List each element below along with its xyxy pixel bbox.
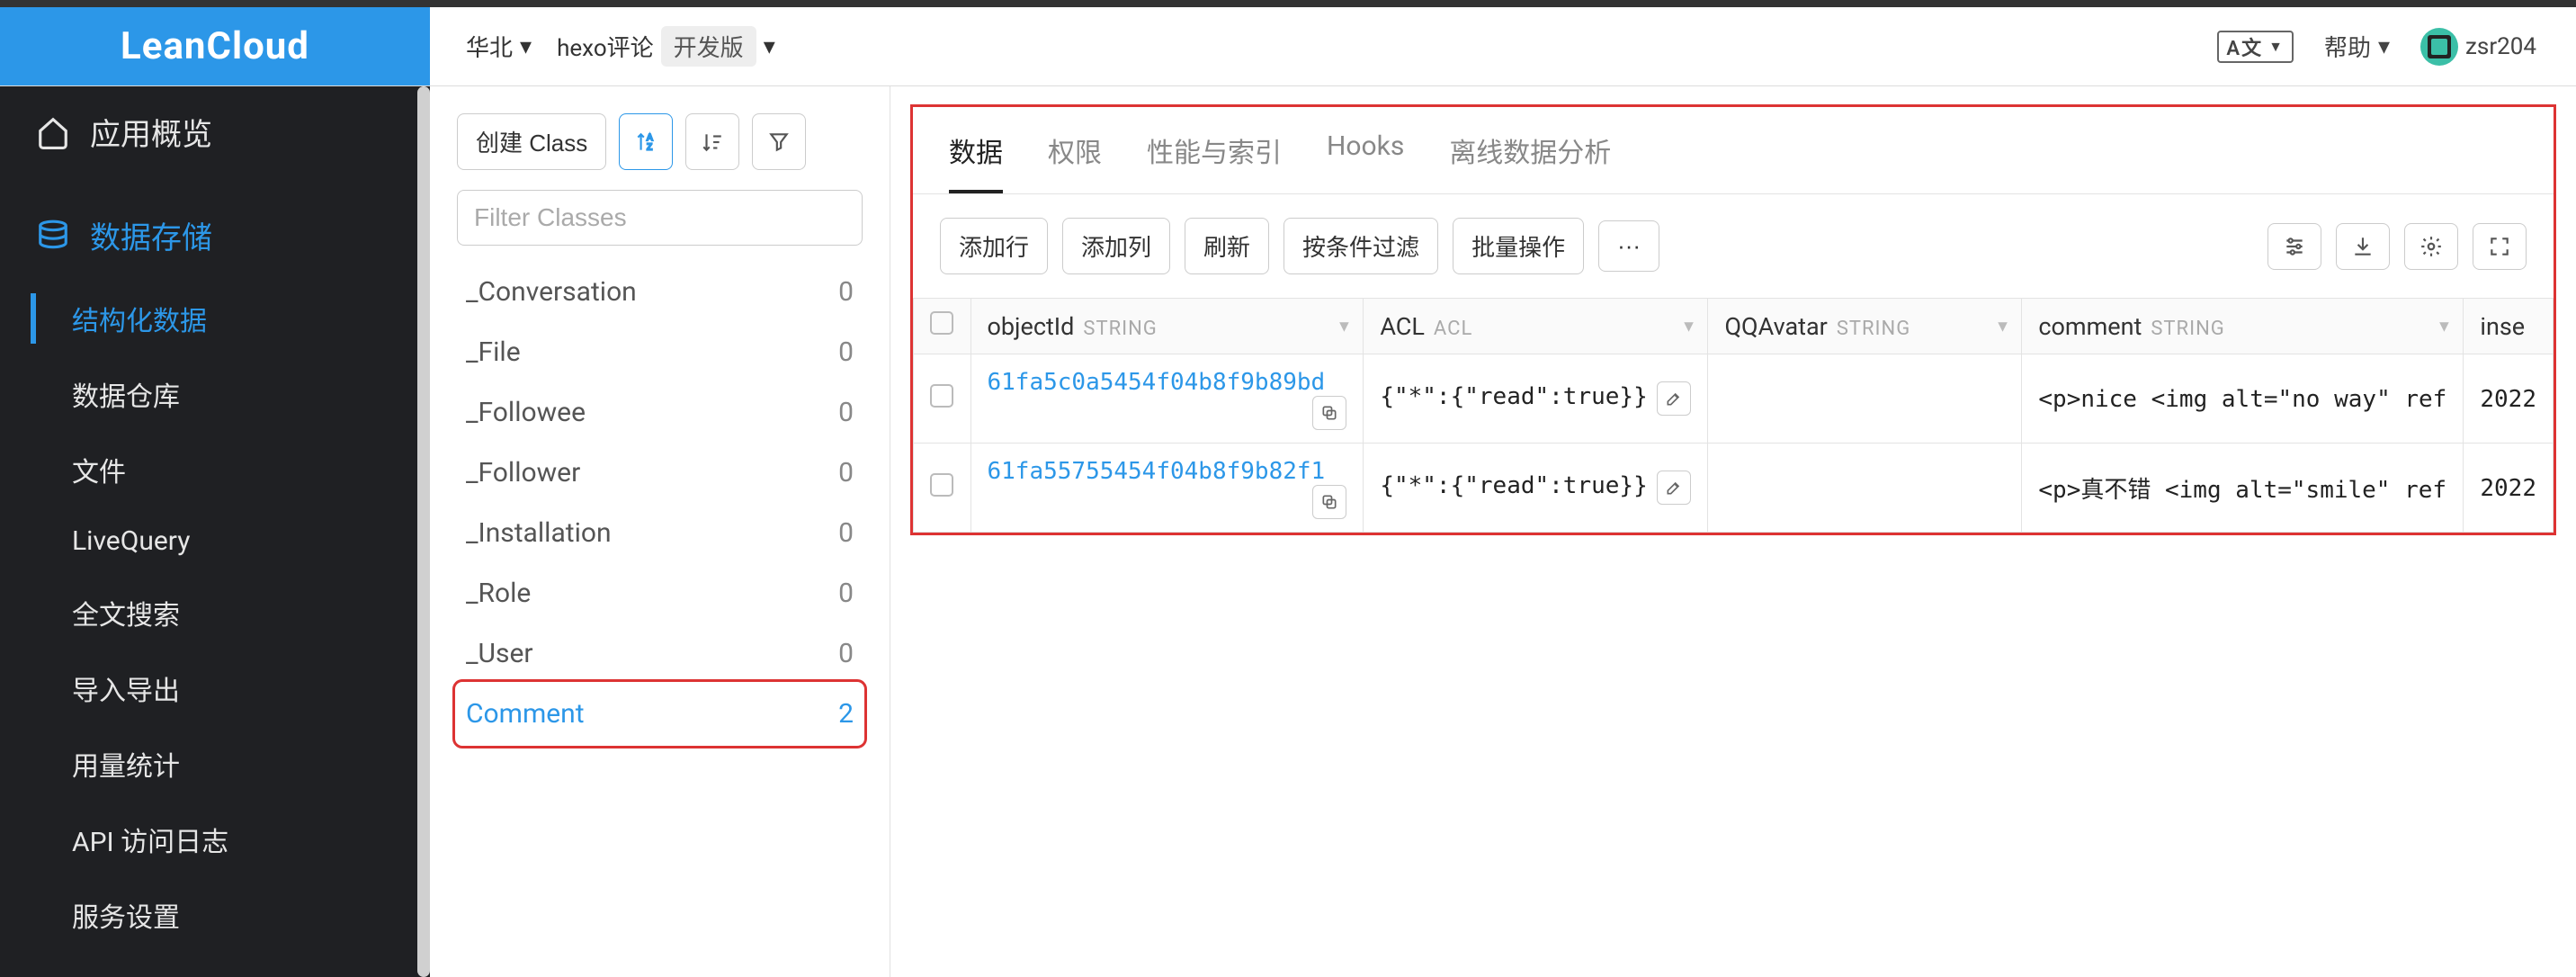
column-header-qqavatar[interactable]: QQAvatarSTRING▼ — [1708, 299, 2022, 354]
class-toolbar: 创建 Class AZ — [457, 113, 863, 170]
chevron-down-icon: ▾ — [764, 33, 775, 60]
tab-permission[interactable]: 权限 — [1048, 130, 1102, 193]
tab-offline[interactable]: 离线数据分析 — [1449, 130, 1611, 193]
edit-icon[interactable] — [1657, 381, 1691, 416]
app-plan-chip: 开发版 — [661, 26, 756, 67]
chevron-down-icon: ▾ — [520, 33, 532, 60]
highlighted-region: 数据 权限 性能与索引 Hooks 离线数据分析 添加行 添加列 刷新 按条件过… — [910, 104, 2556, 535]
filter-rows-button[interactable]: 按条件过滤 — [1284, 218, 1438, 274]
column-header-checkbox[interactable] — [914, 299, 971, 354]
chevron-down-icon: ▾ — [2378, 33, 2390, 60]
gear-button[interactable] — [2404, 223, 2458, 270]
column-header-objectid[interactable]: objectIdSTRING▼ — [970, 299, 1364, 354]
sidebar-item-import-export[interactable]: 导入导出 — [0, 650, 430, 726]
region-label: 华北 — [466, 30, 513, 63]
sidebar-item-usage[interactable]: 用量统计 — [0, 726, 430, 802]
chevron-down-icon[interactable]: ▼ — [1681, 317, 1697, 336]
sidebar-item-files[interactable]: 文件 — [0, 432, 430, 507]
tab-data[interactable]: 数据 — [949, 130, 1003, 193]
brand-logo[interactable]: LeanCloud — [0, 7, 430, 85]
tab-hooks[interactable]: Hooks — [1327, 130, 1404, 193]
avatar — [2420, 28, 2458, 66]
sort-custom-button[interactable] — [685, 113, 739, 170]
copy-icon[interactable] — [1312, 485, 1346, 519]
app-header: LeanCloud 华北 ▾ hexo评论 开发版 ▾ A文▼ 帮助 ▾ zsr… — [0, 7, 2576, 86]
filter-classes-input[interactable] — [457, 190, 863, 246]
copy-icon[interactable] — [1312, 396, 1346, 430]
help-menu[interactable]: 帮助 ▾ — [2324, 30, 2390, 63]
download-button[interactable] — [2336, 223, 2390, 270]
comment-value: <p>真不错 <img alt="smile" ref — [2038, 477, 2446, 504]
sidebar-item-structured-data[interactable]: 结构化数据 — [0, 281, 430, 356]
column-header-comment[interactable]: commentSTRING▼ — [2022, 299, 2464, 354]
table-row[interactable]: 61fa55755454f04b8f9b82f1 {"*":{"read":tr… — [914, 444, 2554, 533]
class-row-comment[interactable]: Comment2 — [457, 684, 863, 744]
acl-value: {"*":{"read":true}} — [1380, 472, 1647, 499]
data-table: objectIdSTRING▼ ACLACL▼ QQAvatarSTRING▼ … — [913, 298, 2554, 533]
sidebar: 应用概览 数据存储 结构化数据 数据仓库 文件 LiveQuery 全文搜索 导… — [0, 86, 430, 977]
objectid-value[interactable]: 61fa5c0a5454f04b8f9b89bd — [988, 369, 1326, 396]
svg-text:A: A — [647, 132, 653, 142]
chevron-down-icon[interactable]: ▼ — [2437, 317, 2453, 336]
column-header-insertedat[interactable]: inse — [2464, 299, 2554, 354]
acl-value: {"*":{"read":true}} — [1380, 383, 1647, 410]
insertedat-value: 2022 — [2480, 475, 2536, 502]
chevron-down-icon[interactable]: ▼ — [1995, 317, 2011, 336]
sidebar-item-fulltext[interactable]: 全文搜索 — [0, 575, 430, 650]
add-column-button[interactable]: 添加列 — [1062, 218, 1170, 274]
table-row[interactable]: 61fa5c0a5454f04b8f9b89bd {"*":{"read":tr… — [914, 354, 2554, 444]
class-row[interactable]: _Role0 — [457, 563, 863, 623]
more-ops-button[interactable]: ··· — [1598, 220, 1659, 272]
home-icon — [36, 115, 70, 149]
chevron-down-icon: ▼ — [2268, 38, 2285, 56]
sidebar-item-overview[interactable]: 应用概览 — [0, 86, 430, 177]
table-actions: 添加行 添加列 刷新 按条件过滤 批量操作 ··· — [913, 194, 2554, 298]
class-row[interactable]: _Followee0 — [457, 382, 863, 443]
sort-az-button[interactable]: AZ — [619, 113, 673, 170]
header-right: A文▼ 帮助 ▾ zsr204 — [2217, 7, 2576, 85]
class-row[interactable]: _User0 — [457, 623, 863, 684]
sidebar-section-storage[interactable]: 数据存储 — [0, 177, 430, 281]
class-row[interactable]: _Conversation0 — [457, 262, 863, 322]
sidebar-item-livequery[interactable]: LiveQuery — [0, 507, 430, 575]
refresh-button[interactable]: 刷新 — [1185, 218, 1269, 274]
select-all-checkbox[interactable] — [930, 311, 953, 335]
class-list-panel: 创建 Class AZ _Conversation0 _File0 _Follo… — [430, 86, 890, 977]
class-row[interactable]: _Follower0 — [457, 443, 863, 503]
main-area: 应用概览 数据存储 结构化数据 数据仓库 文件 LiveQuery 全文搜索 导… — [0, 86, 2576, 977]
edit-icon[interactable] — [1657, 471, 1691, 505]
app-selector[interactable]: hexo评论 开发版 ▾ — [557, 26, 775, 67]
username-label: zsr204 — [2465, 33, 2536, 60]
column-header-acl[interactable]: ACLACL▼ — [1364, 299, 1708, 354]
sidebar-item-settings[interactable]: 服务设置 — [0, 877, 430, 953]
tab-performance[interactable]: 性能与索引 — [1147, 130, 1282, 193]
sidebar-item-data-warehouse[interactable]: 数据仓库 — [0, 356, 430, 432]
region-selector[interactable]: 华北 ▾ — [466, 30, 532, 63]
window-top-border — [0, 0, 2576, 7]
content-tabs: 数据 权限 性能与索引 Hooks 离线数据分析 — [913, 107, 2554, 194]
database-icon — [36, 219, 70, 253]
sidebar-item-api-log[interactable]: API 访问日志 — [0, 802, 430, 877]
content-area: 数据 权限 性能与索引 Hooks 离线数据分析 添加行 添加列 刷新 按条件过… — [890, 86, 2576, 977]
class-list: _Conversation0 _File0 _Followee0 _Follow… — [457, 262, 863, 744]
add-row-button[interactable]: 添加行 — [940, 218, 1048, 274]
settings-columns-button[interactable] — [2267, 223, 2321, 270]
header-breadcrumbs: 华北 ▾ hexo评论 开发版 ▾ — [430, 7, 775, 85]
objectid-value[interactable]: 61fa55755454f04b8f9b82f1 — [988, 458, 1326, 485]
row-checkbox[interactable] — [930, 384, 953, 408]
svg-text:Z: Z — [647, 142, 652, 152]
create-class-button[interactable]: 创建 Class — [457, 113, 606, 170]
chevron-down-icon[interactable]: ▼ — [1336, 317, 1352, 336]
fullscreen-button[interactable] — [2473, 223, 2527, 270]
user-menu[interactable]: zsr204 — [2420, 28, 2536, 66]
row-checkbox[interactable] — [930, 473, 953, 497]
app-name-label: hexo评论 — [557, 30, 654, 63]
comment-value: <p>nice <img alt="no way" ref — [2038, 386, 2446, 413]
class-row[interactable]: _File0 — [457, 322, 863, 382]
insertedat-value: 2022 — [2480, 386, 2536, 413]
batch-ops-button[interactable]: 批量操作 — [1453, 218, 1584, 274]
class-row[interactable]: _Installation0 — [457, 503, 863, 563]
filter-button[interactable] — [752, 113, 806, 170]
language-switch[interactable]: A文▼ — [2217, 31, 2294, 63]
